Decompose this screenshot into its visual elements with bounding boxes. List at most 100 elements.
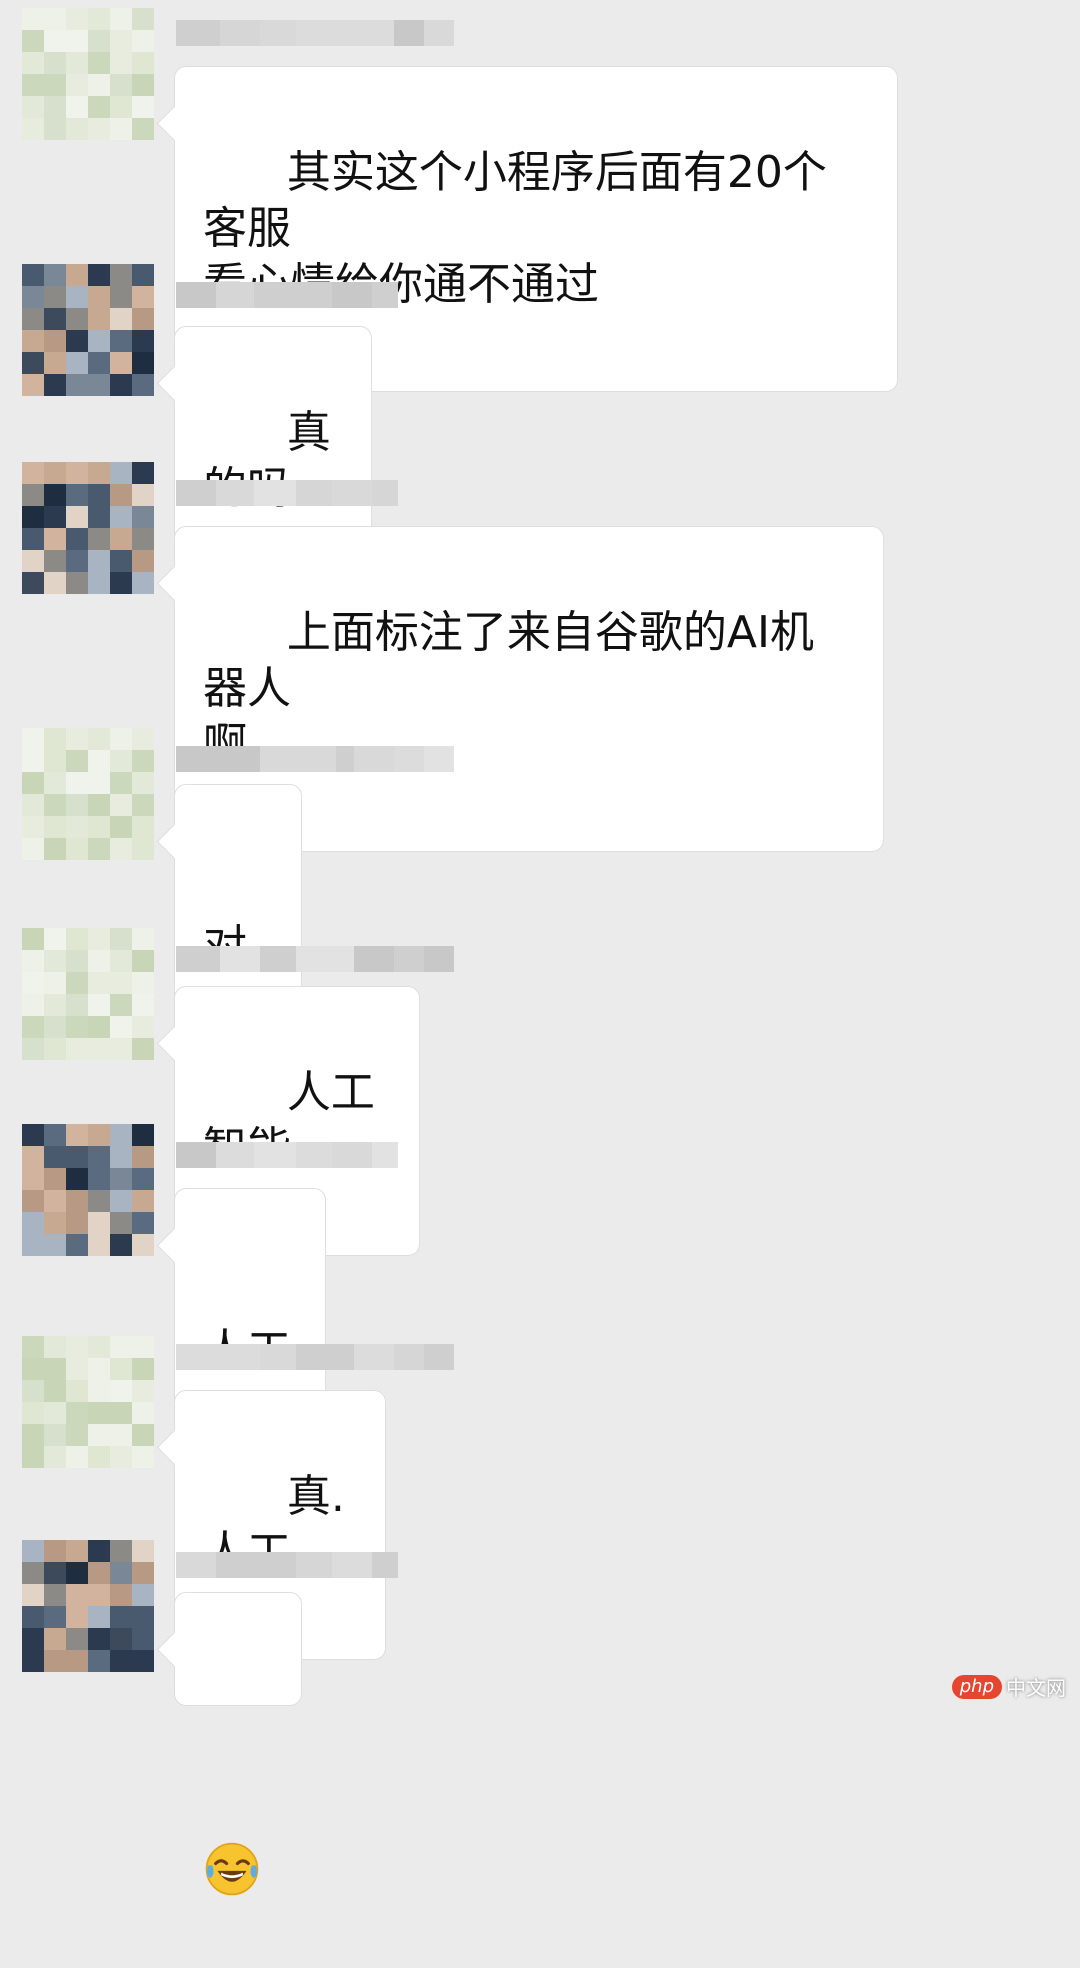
- avatar[interactable]: [22, 462, 154, 594]
- avatar-pixel: [88, 1234, 110, 1256]
- name-blur-block: [220, 1344, 260, 1370]
- avatar-pixel: [22, 74, 44, 96]
- avatar-pixel: [22, 96, 44, 118]
- avatar-pixel: [88, 1424, 110, 1446]
- avatar-pixel: [44, 772, 66, 794]
- name-blur-block: [176, 1142, 216, 1168]
- name-blur-block: [372, 1552, 398, 1578]
- avatar-pixel: [110, 118, 132, 140]
- avatar-pixel: [66, 994, 88, 1016]
- avatar-pixel: [132, 1650, 154, 1672]
- avatar-pixel: [44, 1650, 66, 1672]
- avatar-pixel: [110, 1146, 132, 1168]
- name-blur-block: [332, 480, 372, 506]
- avatar-pixel: [88, 838, 110, 860]
- avatar-pixel: [44, 928, 66, 950]
- avatar[interactable]: [22, 8, 154, 140]
- avatar-pixel: [22, 1016, 44, 1038]
- avatar-pixel: [44, 1038, 66, 1060]
- avatar-pixel: [110, 462, 132, 484]
- avatar-pixel: [132, 772, 154, 794]
- avatar-pixel: [110, 484, 132, 506]
- avatar-pixel: [66, 118, 88, 140]
- avatar-pixel: [66, 1606, 88, 1628]
- avatar-pixel: [110, 1336, 132, 1358]
- avatar-pixel: [66, 1424, 88, 1446]
- avatar-pixel: [44, 74, 66, 96]
- avatar-pixel: [88, 352, 110, 374]
- sender-name: [176, 282, 398, 308]
- avatar-pixel: [88, 950, 110, 972]
- name-blur-block: [354, 746, 394, 772]
- avatar-pixel: [66, 96, 88, 118]
- avatar-pixel: [44, 374, 66, 396]
- avatar-pixel: [132, 8, 154, 30]
- avatar-pixel: [110, 8, 132, 30]
- avatar-pixel: [132, 1606, 154, 1628]
- avatar-pixel: [88, 96, 110, 118]
- avatar-pixel: [110, 1446, 132, 1468]
- name-blur-block: [424, 20, 454, 46]
- message-bubble[interactable]: [174, 1592, 302, 1896]
- tears-of-joy-emoji-icon: [203, 1728, 261, 1896]
- avatar-pixel: [22, 264, 44, 286]
- avatar-pixel: [132, 374, 154, 396]
- avatar-pixel: [66, 950, 88, 972]
- avatar-pixel: [44, 1606, 66, 1628]
- avatar-pixel: [132, 264, 154, 286]
- avatar-pixel: [132, 1562, 154, 1584]
- avatar-pixel: [22, 1124, 44, 1146]
- avatar-pixel: [88, 1650, 110, 1672]
- name-blur-block: [354, 1344, 394, 1370]
- avatar-pixel: [132, 1168, 154, 1190]
- avatar-pixel: [110, 572, 132, 594]
- avatar[interactable]: [22, 264, 154, 396]
- avatar-pixel: [110, 994, 132, 1016]
- avatar-pixel: [88, 528, 110, 550]
- avatar-pixel: [88, 330, 110, 352]
- avatar-pixel: [88, 1336, 110, 1358]
- avatar-pixel: [66, 484, 88, 506]
- avatar-pixel: [110, 1584, 132, 1606]
- avatar-pixel: [22, 950, 44, 972]
- avatar-pixel: [88, 308, 110, 330]
- avatar-pixel: [132, 728, 154, 750]
- avatar-pixel: [44, 118, 66, 140]
- avatar-pixel: [22, 1650, 44, 1672]
- avatar-pixel: [66, 972, 88, 994]
- avatar-pixel: [88, 750, 110, 772]
- avatar-pixel: [44, 352, 66, 374]
- avatar-pixel: [132, 972, 154, 994]
- avatar-pixel: [44, 30, 66, 52]
- avatar-pixel: [22, 1446, 44, 1468]
- avatar-pixel: [110, 972, 132, 994]
- avatar-pixel: [132, 950, 154, 972]
- avatar-pixel: [22, 750, 44, 772]
- avatar-pixel: [66, 1212, 88, 1234]
- name-blur-block: [176, 946, 220, 972]
- avatar-pixel: [44, 8, 66, 30]
- sender-name: [176, 1142, 398, 1168]
- avatar-pixel: [88, 1584, 110, 1606]
- avatar-pixel: [88, 772, 110, 794]
- avatar-pixel: [44, 1402, 66, 1424]
- avatar-pixel: [88, 994, 110, 1016]
- avatar-pixel: [66, 772, 88, 794]
- name-blur-block: [354, 20, 394, 46]
- avatar-pixel: [22, 1212, 44, 1234]
- avatar[interactable]: [22, 728, 154, 860]
- avatar-pixel: [132, 118, 154, 140]
- avatar-pixel: [66, 1146, 88, 1168]
- avatar-pixel: [66, 1336, 88, 1358]
- avatar-pixel: [44, 484, 66, 506]
- avatar-pixel: [66, 1038, 88, 1060]
- avatar-pixel: [22, 772, 44, 794]
- avatar-pixel: [22, 1380, 44, 1402]
- avatar[interactable]: [22, 1124, 154, 1256]
- avatar[interactable]: [22, 1540, 154, 1672]
- avatar-pixel: [44, 308, 66, 330]
- avatar[interactable]: [22, 928, 154, 1060]
- avatar-pixel: [22, 1234, 44, 1256]
- name-blur-block: [424, 946, 454, 972]
- avatar[interactable]: [22, 1336, 154, 1468]
